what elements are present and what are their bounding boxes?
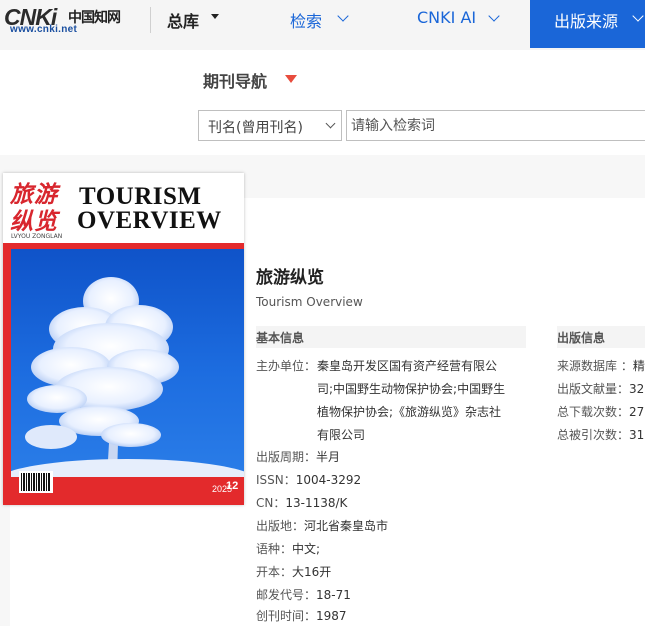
info-row-cycle: 出版周期：半月 [256,446,340,469]
sponsor-value-line: 植物保护协会;《旅游纵览》杂志社 [317,405,502,419]
info-key: CN： [256,496,286,510]
pub-key: 出版文献量： [557,382,630,396]
pub-key: 总被引次数： [557,428,630,442]
publication-info-header-label: 出版信息 [557,331,606,345]
info-row-postcode: 邮发代号：18-71 [256,584,351,607]
cover-barcode [19,471,53,493]
journal-english-title: Tourism Overview [256,295,363,309]
cnki-logo[interactable]: CNKi 中国知网 www.cnki.net [4,4,134,38]
publication-info-header: 出版信息 [557,326,645,348]
info-row-issn: ISSN：1004-3292 [256,469,361,492]
pub-value: 27 [629,405,645,419]
cover-chinese-title: 旅游纵览 [10,181,58,235]
journal-title: 旅游纵览 [256,268,324,288]
info-row-language: 语种：中文; [256,538,320,561]
pub-row-downloads: 总下载次数：27 [557,401,644,424]
nav-zongku-menu[interactable]: 总库 [167,8,199,32]
cover-issue-number: 12 [226,480,239,492]
sponsor-value-line: 司;中国野生动物保护协会;中国野生 [317,382,506,396]
sponsor-value-line: 有限公司 [317,428,366,442]
cover-snow-tree-photo [11,249,244,477]
info-value: 中文; [292,542,321,556]
info-row-place: 出版地：河北省秦皇岛市 [256,515,388,538]
caret-down-icon[interactable] [211,14,219,19]
chevron-down-icon[interactable] [337,10,349,22]
info-key: 开本： [256,565,293,579]
chevron-down-icon[interactable] [488,10,500,22]
logo-url: www.cnki.net [10,24,78,35]
info-key: 语种： [256,542,293,556]
info-value: 1004-3292 [295,473,362,487]
chevron-down-icon [325,118,336,129]
info-row-format: 开本：大16开 [256,561,331,584]
pub-key: 总下载次数： [557,405,630,419]
info-key: 出版地： [256,519,305,533]
sponsor-label: 主办单位： [256,359,317,373]
nav-cnki-ai-menu[interactable]: CNKI AI [417,8,476,27]
info-value: 18-71 [316,588,351,602]
basic-info-header: 基本信息 [256,326,526,348]
info-value: 1987 [316,609,347,623]
search-field-select[interactable]: 刊名(曾用刊名) [198,110,342,141]
pub-row-citations: 总被引次数：31 [557,424,644,447]
cover-pinyin: LVYOU ZONGLAN [11,233,63,240]
nav-publication-source-label: 出版来源 [554,12,619,31]
journal-navigation-title[interactable]: 期刊导航 [203,68,267,92]
info-key: 出版周期： [256,450,317,464]
journal-cover-image[interactable]: 旅游纵览 LVYOU ZONGLAN TOURISM OVERVIEW [3,173,244,505]
pub-value: 精 [632,359,645,373]
info-key: 创刊时间： [256,609,317,623]
search-input[interactable] [346,110,645,141]
pub-value: 32 [629,382,645,396]
snow-tree-illustration [11,277,244,477]
info-row-cn: CN：13-1138/K [256,492,347,515]
info-row-founded: 创刊时间：1987 [256,605,347,628]
nav-publication-source-menu[interactable]: 出版来源 [530,0,645,48]
info-value: 13-1138/K [285,496,348,510]
caret-down-icon[interactable] [285,75,297,83]
pub-row-source-db: 来源数据库 ：精 [557,355,645,378]
info-value: 大16开 [292,565,332,579]
info-value: 半月 [316,450,341,464]
nav-divider [150,7,151,33]
pub-key: 来源数据库 ： [557,359,633,373]
info-value: 河北省秦皇岛市 [304,519,389,533]
info-key: 邮发代号： [256,588,317,602]
sponsor-value-line: 秦皇岛开发区国有资产经营有限公 [317,359,498,373]
chevron-down-icon[interactable] [632,10,644,22]
basic-info-header-label: 基本信息 [256,331,305,345]
nav-search-menu[interactable]: 检索 [290,8,322,32]
info-key: ISSN： [256,473,296,487]
pub-value: 31 [629,428,645,442]
cover-header: 旅游纵览 LVYOU ZONGLAN TOURISM OVERVIEW [3,173,244,243]
cover-english-title-line2: OVERVIEW [77,207,222,234]
pub-row-article-count: 出版文献量：32 [557,378,644,401]
top-nav-bar: CNKi 中国知网 www.cnki.net 总库 检索 CNKI AI 出版来… [0,0,645,50]
search-field-selected-value: 刊名(曾用刊名) [208,120,303,136]
